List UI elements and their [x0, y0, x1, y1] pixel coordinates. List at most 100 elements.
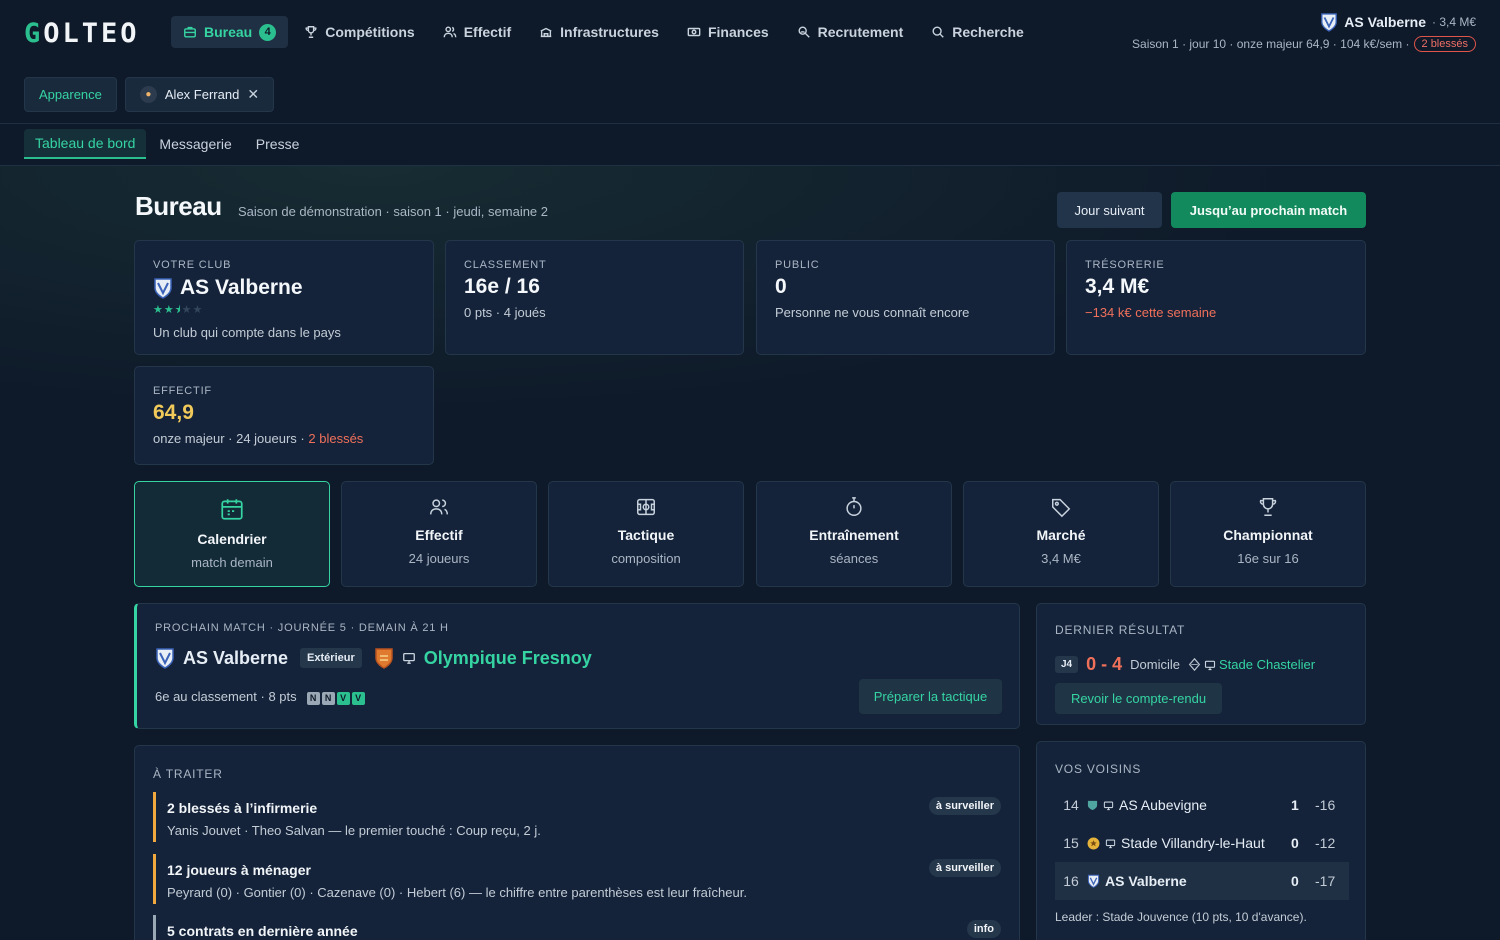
opponent-crest-icon	[1188, 658, 1201, 671]
last-venue: Domicile	[1130, 657, 1180, 672]
tile-league[interactable]: Championnat 16e sur 16	[1170, 481, 1366, 587]
nav-recherche[interactable]: Recherche	[919, 16, 1036, 48]
stopwatch-icon	[846, 497, 862, 516]
close-icon[interactable]: ✕	[247, 86, 259, 103]
next-day-button[interactable]: Jour suivant	[1057, 192, 1162, 228]
neighbours-label: VOS VOISINS	[1055, 762, 1142, 776]
todo-title: 2 blessés à l’infirmerie	[167, 800, 318, 816]
manager-chip[interactable]: ● Alex Ferrand ✕	[124, 77, 275, 112]
tile-sub: 16e sur 16	[1237, 551, 1299, 566]
form-result: N	[306, 691, 320, 705]
manager-name: Alex Ferrand	[164, 87, 240, 102]
standings-row[interactable]: 14 AS Aubevigne 1 -16	[1055, 786, 1349, 824]
tile-title: Marché	[1036, 527, 1086, 543]
tile-squad[interactable]: Effectif 24 joueurs	[341, 481, 537, 587]
user-search-icon	[798, 26, 810, 38]
trophy-icon	[305, 26, 317, 38]
golteo-logo[interactable]: GOLTEO	[24, 18, 140, 49]
tab-press[interactable]: Presse	[245, 129, 311, 159]
last-score: 0 - 4	[1086, 654, 1123, 674]
squad-value: 64,9	[153, 401, 194, 424]
injured-badge[interactable]: 2 blessés	[1413, 36, 1476, 52]
rank: 14	[1063, 797, 1079, 813]
todo-item[interactable]: 12 joueurs à ménager Peyrard (0) · Gonti…	[153, 854, 1001, 904]
squad-card[interactable]: EFFECTIF 64,9 onze majeur · 24 joueurs ·…	[134, 366, 434, 465]
rank: 15	[1063, 835, 1079, 851]
appearance-button[interactable]: Apparence	[24, 77, 117, 112]
nav-recrutement-label: Recrutement	[817, 24, 904, 40]
standings-row[interactable]: 15 Stade Villandry-le-Haut 0 -12	[1055, 824, 1349, 862]
standings-row-own-club[interactable]: 16 AS Valberne 0 -17	[1055, 862, 1349, 900]
tile-sub: 3,4 M€	[1041, 551, 1081, 566]
stat-label: CLASSEMENT	[464, 259, 547, 271]
tile-title: Championnat	[1223, 527, 1313, 543]
nav-recrutement[interactable]: Recrutement	[785, 16, 916, 48]
main-nav: Bureau 4 Compétitions Effectif Infrastru…	[171, 16, 1036, 48]
club-crest-icon	[1321, 13, 1338, 32]
club-rating-stars: ★★⯨★★	[153, 304, 204, 316]
club-card-sub: Un club qui compte dans le pays	[153, 325, 341, 340]
stat-label: EFFECTIF	[153, 385, 212, 397]
prepare-tactics-button[interactable]: Préparer la tactique	[859, 679, 1002, 714]
todo-item[interactable]: 2 blessés à l’infirmerie Yanis Jouvet · …	[153, 792, 1001, 842]
trophy-icon	[1259, 498, 1277, 516]
tile-training[interactable]: Entraînement séances	[756, 481, 952, 587]
stat-label: VOTRE CLUB	[153, 259, 232, 271]
stat-label: PUBLIC	[775, 259, 820, 271]
public-card[interactable]: PUBLIC 0 Personne ne vous connaît encore	[756, 240, 1055, 355]
review-report-button[interactable]: Revoir le compte-rendu	[1055, 683, 1222, 714]
tile-sub: 24 joueurs	[408, 551, 470, 566]
tile-market[interactable]: Marché 3,4 M€	[963, 481, 1159, 587]
tab-dashboard[interactable]: Tableau de bord	[24, 129, 147, 159]
nav-effectif[interactable]: Effectif	[431, 16, 523, 48]
squad-injured-link[interactable]: 2 blessés	[308, 431, 363, 446]
ranking-card[interactable]: CLASSEMENT 16e / 16 0 pts · 4 joués	[445, 240, 744, 355]
club-status: Saison 1 · jour 10 · onze majeur 64,9 · …	[1132, 37, 1410, 51]
points: 0	[1291, 835, 1299, 851]
nav-recherche-label: Recherche	[952, 24, 1024, 40]
points: 0	[1291, 873, 1299, 889]
goal-diff: -17	[1315, 873, 1336, 889]
team-name: AS Aubevigne	[1119, 797, 1207, 813]
tile-sub: composition	[611, 551, 681, 566]
home-team-name: AS Valberne	[183, 647, 289, 668]
club-crest-icon	[1087, 800, 1098, 810]
team-name: Stade Villandry-le-Haut	[1121, 835, 1265, 851]
ranking-value: 16e / 16	[464, 275, 540, 298]
club-summary[interactable]: AS Valberne · 3,4 M€ Saison 1 · jour 10 …	[1132, 12, 1476, 52]
nav-competitions-label: Compétitions	[325, 24, 415, 40]
stat-label: TRÉSORERIE	[1085, 259, 1165, 271]
next-match-header: PROCHAIN MATCH · JOURNÉE 5 · DEMAIN À 21…	[155, 622, 449, 634]
todo-tag: à surveiller	[928, 797, 1001, 815]
nav-bureau[interactable]: Bureau 4	[171, 16, 289, 48]
to-next-match-button[interactable]: Jusqu’au prochain match	[1171, 192, 1366, 228]
tab-messages[interactable]: Messagerie	[148, 129, 242, 159]
tile-calendar[interactable]: Calendrier match demain	[134, 481, 330, 587]
nav-competitions[interactable]: Compétitions	[292, 16, 426, 48]
treasury-value: 3,4 M€	[1085, 275, 1150, 298]
next-match-card: PROCHAIN MATCH · JOURNÉE 5 · DEMAIN À 21…	[134, 603, 1020, 729]
monitor-icon	[1204, 660, 1216, 670]
form-indicator: NNVV	[306, 689, 367, 705]
todo-item[interactable]: 5 contrats en dernière année info	[153, 915, 1001, 940]
opponent-name-link[interactable]: Olympique Fresnoy	[424, 648, 592, 669]
treasury-card[interactable]: TRÉSORERIE 3,4 M€ −134 k€ cette semaine	[1066, 240, 1366, 355]
tile-title: Effectif	[415, 527, 463, 543]
nav-finances[interactable]: Finances	[675, 16, 781, 48]
tile-tactics[interactable]: Tactique composition	[548, 481, 744, 587]
tag-icon	[1052, 498, 1071, 518]
last-opponent-link[interactable]: Stade Chastelier	[1219, 657, 1315, 672]
goal-diff: -16	[1315, 797, 1336, 813]
nav-infrastructures[interactable]: Infrastructures	[527, 16, 671, 48]
page-title: Bureau	[135, 191, 222, 221]
opponent-info: 6e au classement · 8 pts	[155, 689, 297, 705]
sub-tabs: Tableau de bord Messagerie Presse	[24, 129, 310, 159]
divider	[0, 123, 1500, 124]
tile-title: Tactique	[617, 527, 675, 543]
briefcase-icon	[184, 26, 196, 38]
banknote-icon	[687, 27, 701, 37]
toolbar-row: Apparence ● Alex Ferrand ✕	[24, 77, 275, 112]
todo-label: À TRAITER	[153, 767, 223, 781]
club-card[interactable]: VOTRE CLUB AS Valberne ★★⯨★★ Un club qui…	[134, 240, 434, 355]
nav-effectif-label: Effectif	[463, 24, 512, 40]
